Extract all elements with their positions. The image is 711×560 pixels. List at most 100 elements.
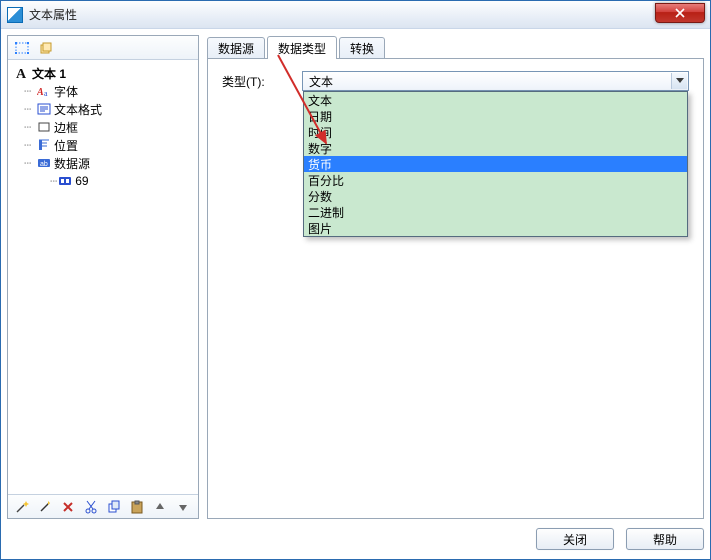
help-button[interactable]: 帮助 — [626, 528, 704, 550]
tree-item-label: 边框 — [54, 119, 78, 136]
position-icon — [36, 138, 52, 152]
paste-icon — [130, 500, 144, 514]
tab-datatype[interactable]: 数据类型 — [267, 36, 337, 59]
right-panel: 数据源 数据类型 转换 类型(T): 文本 文本 日期 时间 数字 货币 — [207, 35, 704, 519]
tab-datasource[interactable]: 数据源 — [207, 37, 265, 59]
tree-item-label: 字体 — [54, 83, 78, 100]
left-panel: A 文本 1 ⋯ Aa 字体 ⋯ 文本格式 ⋯ — [7, 35, 199, 519]
type-option-label: 百分比 — [308, 172, 344, 189]
cut-icon — [84, 500, 98, 514]
button-label: 帮助 — [653, 531, 677, 548]
font-icon: Aa — [36, 84, 52, 98]
chevron-down-icon — [676, 78, 684, 84]
svg-text:A: A — [37, 87, 44, 97]
app-icon — [7, 7, 23, 23]
type-option[interactable]: 百分比 — [304, 172, 687, 188]
wand-icon — [38, 500, 52, 514]
tree-item-position[interactable]: ⋯ 位置 — [10, 136, 196, 154]
arrow-down-icon — [177, 501, 189, 513]
type-option[interactable]: 分数 — [304, 188, 687, 204]
tree-item-border[interactable]: ⋯ 边框 — [10, 118, 196, 136]
toolbar-btn-delete[interactable] — [58, 498, 78, 516]
tree-item-datasource[interactable]: ⋯ ab 数据源 — [10, 154, 196, 172]
tree-item-datasource-child[interactable]: ⋯ 69 — [10, 172, 196, 190]
wand-star-icon — [15, 500, 29, 514]
type-option-label: 分数 — [308, 188, 332, 205]
type-option[interactable]: 数字 — [304, 140, 687, 156]
tree-connector: ⋯ — [24, 120, 36, 134]
toolbar-btn-cut[interactable] — [81, 498, 101, 516]
type-option-label: 文本 — [308, 92, 332, 109]
tree-connector: ⋯ — [24, 138, 36, 152]
tree-item-label: 数据源 — [54, 155, 90, 172]
type-row: 类型(T): 文本 文本 日期 时间 数字 货币 百分比 分数 二进制 — [222, 71, 689, 91]
type-option-label: 数字 — [308, 140, 332, 157]
tree-connector: ⋯ — [24, 156, 36, 170]
toolbar-btn-up[interactable] — [150, 498, 170, 516]
copy-icon — [107, 500, 121, 514]
tree-connector: ⋯ — [24, 84, 36, 98]
footer: 关闭 帮助 — [7, 525, 704, 553]
left-toolbar-top — [8, 36, 198, 60]
type-option-label: 日期 — [308, 108, 332, 125]
tab-transform[interactable]: 转换 — [339, 37, 385, 59]
close-dialog-button[interactable]: 关闭 — [536, 528, 614, 550]
tab-body: 类型(T): 文本 文本 日期 时间 数字 货币 百分比 分数 二进制 — [207, 58, 704, 519]
pages-icon — [38, 41, 54, 55]
type-option[interactable]: 图片 — [304, 220, 687, 236]
type-option[interactable]: 文本 — [304, 92, 687, 108]
tree-root[interactable]: A 文本 1 — [10, 64, 196, 82]
type-option[interactable]: 日期 — [304, 108, 687, 124]
type-label: 类型(T): — [222, 73, 302, 90]
text-format-icon — [36, 102, 52, 116]
tree-item-label: 文本格式 — [54, 101, 102, 118]
tab-label: 转换 — [350, 40, 374, 57]
tab-label: 数据源 — [218, 40, 254, 57]
type-option[interactable]: 时间 — [304, 124, 687, 140]
type-select-value: 文本 — [309, 73, 333, 90]
left-toolbar-bottom — [8, 494, 198, 518]
toolbar-btn-select-bounds[interactable] — [12, 39, 32, 57]
titlebar: 文本属性 — [1, 1, 710, 29]
select-bounds-icon — [14, 41, 30, 55]
toolbar-btn-pages[interactable] — [36, 39, 56, 57]
type-select[interactable]: 文本 文本 日期 时间 数字 货币 百分比 分数 二进制 图片 — [302, 71, 689, 91]
tree-item-text-format[interactable]: ⋯ 文本格式 — [10, 100, 196, 118]
tree-item-font[interactable]: ⋯ Aa 字体 — [10, 82, 196, 100]
datasource-child-icon — [57, 174, 73, 188]
tree-item-label: 位置 — [54, 137, 78, 154]
delete-icon — [62, 501, 74, 513]
toolbar-btn-copy[interactable] — [104, 498, 124, 516]
type-option-label: 二进制 — [308, 204, 344, 221]
toolbar-btn-wand[interactable] — [35, 498, 55, 516]
type-option[interactable]: 二进制 — [304, 204, 687, 220]
body-area: A 文本 1 ⋯ Aa 字体 ⋯ 文本格式 ⋯ — [7, 35, 704, 519]
type-option-label: 货币 — [308, 156, 332, 173]
tree-root-label: 文本 1 — [32, 65, 66, 82]
tree-view[interactable]: A 文本 1 ⋯ Aa 字体 ⋯ 文本格式 ⋯ — [8, 60, 198, 494]
tree-connector: ⋯ — [50, 174, 57, 188]
text-root-icon: A — [14, 66, 30, 80]
close-button[interactable] — [655, 3, 705, 23]
type-option-label: 时间 — [308, 124, 332, 141]
tab-bar: 数据源 数据类型 转换 — [207, 35, 704, 59]
tree-connector: ⋯ — [24, 102, 36, 116]
type-option-label: 图片 — [308, 220, 332, 237]
type-select-arrow[interactable] — [671, 73, 687, 89]
svg-text:A: A — [16, 67, 27, 80]
svg-text:a: a — [44, 89, 48, 97]
toolbar-btn-down[interactable] — [173, 498, 193, 516]
tree-item-label: 69 — [75, 174, 88, 188]
type-dropdown[interactable]: 文本 日期 时间 数字 货币 百分比 分数 二进制 图片 — [303, 91, 688, 237]
toolbar-btn-new-wand[interactable] — [12, 498, 32, 516]
arrow-up-icon — [154, 501, 166, 513]
window-title: 文本属性 — [29, 6, 77, 23]
type-option-highlighted[interactable]: 货币 — [304, 156, 687, 172]
toolbar-btn-paste[interactable] — [127, 498, 147, 516]
border-icon — [36, 120, 52, 134]
close-icon — [675, 8, 685, 18]
datasource-icon: ab — [36, 156, 52, 170]
svg-text:ab: ab — [40, 161, 48, 168]
button-label: 关闭 — [563, 531, 587, 548]
tab-label: 数据类型 — [278, 40, 326, 57]
